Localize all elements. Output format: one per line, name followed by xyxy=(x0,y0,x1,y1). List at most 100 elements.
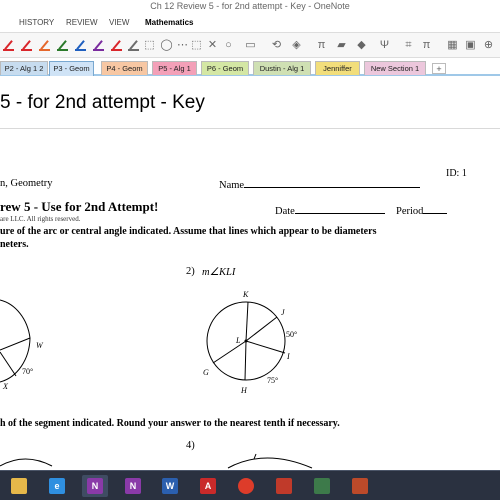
arrange-icon[interactable]: ◆ xyxy=(355,38,368,52)
pi-icon[interactable]: π xyxy=(420,38,433,52)
rectangle-tool-icon[interactable]: ▭ xyxy=(244,38,257,52)
label-j: J xyxy=(281,308,285,317)
page-title-divider xyxy=(0,128,500,129)
period-blank xyxy=(423,204,448,214)
page-title[interactable]: 5 - for 2nd attempt - Key xyxy=(0,92,205,114)
pen-icon[interactable] xyxy=(127,39,141,51)
pen-icon[interactable] xyxy=(2,39,16,51)
folder-icon xyxy=(11,478,27,494)
taskbar-file-explorer[interactable] xyxy=(6,475,32,497)
label-g: G xyxy=(203,368,209,377)
circle-1-radius xyxy=(0,337,31,351)
radius-lk xyxy=(245,301,249,342)
taskbar-acrobat[interactable]: A xyxy=(195,475,221,497)
date-label: Date xyxy=(275,206,295,217)
label-k: K xyxy=(242,290,249,299)
internet-explorer-icon: e xyxy=(49,478,65,494)
menu-history[interactable]: HISTORY xyxy=(19,18,54,27)
center-point-l xyxy=(244,339,248,343)
taskbar-presentation[interactable] xyxy=(347,475,373,497)
problem-1-circle-figure: W 70° X xyxy=(0,299,44,391)
circle-1-chord xyxy=(0,351,17,377)
tab-p3-geom[interactable]: P3 - Geom xyxy=(49,61,94,76)
tab-p5-alg-1[interactable]: P5 - Alg 1 xyxy=(152,61,197,75)
label-angle-50: 50° xyxy=(286,330,297,339)
taskbar-game[interactable] xyxy=(309,475,335,497)
label-h: H xyxy=(240,386,248,395)
instruction-arcs-continued: neters. xyxy=(0,239,29,250)
radius-li xyxy=(245,340,286,354)
problem-2-expression: m∠KLI xyxy=(202,267,236,278)
radius-lj xyxy=(245,316,278,342)
name-label: Name xyxy=(219,180,245,191)
menu-view[interactable]: VIEW xyxy=(109,18,129,27)
pi-icon[interactable]: π xyxy=(315,38,328,52)
onenote-icon: N xyxy=(125,478,141,494)
radius-lh xyxy=(244,340,247,381)
taskbar-snipping-tool[interactable] xyxy=(271,475,297,497)
table-icon[interactable]: ▦ xyxy=(446,38,459,52)
problem-4-circle-figure xyxy=(227,453,313,469)
add-section-button[interactable]: + xyxy=(432,63,446,74)
taskbar-word[interactable]: W xyxy=(157,475,183,497)
shapes-icon[interactable]: ◯ xyxy=(160,38,173,52)
problem-4-number: 4) xyxy=(186,440,195,451)
pen-icon[interactable] xyxy=(38,39,52,51)
snipping-tool-icon xyxy=(276,478,292,494)
pen-icon[interactable] xyxy=(110,39,124,51)
tab-p2-alg-1-2[interactable]: P2 - Alg 1 2 xyxy=(0,61,48,75)
symbol-icon[interactable]: Ψ xyxy=(378,38,391,52)
pen-icon[interactable] xyxy=(20,39,34,51)
more-icon[interactable]: ⊕ xyxy=(482,38,495,52)
word-icon: W xyxy=(162,478,178,494)
worksheet-id: ID: 1 xyxy=(446,168,467,179)
name-blank xyxy=(244,178,421,188)
tab-new-section-1[interactable]: New Section 1 xyxy=(364,61,426,75)
label-x: X xyxy=(2,382,9,391)
period-field[interactable]: Period xyxy=(396,204,448,217)
label-angle-70: 70° xyxy=(22,367,33,376)
worksheet-copyright: are LLC. All rights reserved. xyxy=(0,215,81,223)
circle-4-tick xyxy=(253,453,257,460)
menu-review[interactable]: REVIEW xyxy=(66,18,98,27)
dotted-circle-icon[interactable]: ⋯ xyxy=(176,38,189,52)
tab-p6-geom[interactable]: P6 - Geom xyxy=(201,61,249,75)
insert-space-icon[interactable]: ⬚ xyxy=(190,38,203,52)
acrobat-icon: A xyxy=(200,478,216,494)
ribbon-menu: HISTORY REVIEW VIEW Mathematics xyxy=(0,14,500,32)
problem-2-number: 2) xyxy=(186,266,195,277)
label-w: W xyxy=(36,341,44,350)
tab-dustin-alg-1[interactable]: Dustin - Alg 1 xyxy=(253,61,311,75)
lasso-select-icon[interactable]: ⬚ xyxy=(143,38,156,52)
date-field[interactable]: Date xyxy=(275,204,385,217)
tab-jenniffer[interactable]: Jenniffer xyxy=(315,61,360,75)
onenote-icon: N xyxy=(87,478,103,494)
rotate-icon[interactable]: ⟲ xyxy=(270,38,283,52)
taskbar-onenote-2[interactable]: N xyxy=(120,475,146,497)
label-angle-75: 75° xyxy=(267,376,278,385)
menu-mathematics[interactable]: Mathematics xyxy=(145,18,193,27)
drawing-toolbar: ⬚ ◯ ⋯ ⬚ ✕ ○ ▭ ⟲ ◈ π ▰ ◆ Ψ ⌗ π ▦ ▣ ⊕ xyxy=(0,32,500,58)
pen-icon[interactable] xyxy=(56,39,70,51)
ellipse-tool-icon[interactable]: ○ xyxy=(222,38,235,52)
problem-2-circle-figure: K J L 50° I G 75° H xyxy=(203,290,297,395)
chrome-icon xyxy=(238,478,254,494)
window-title-bar: Ch 12 Review 5 - for 2nd attempt - Key -… xyxy=(0,0,500,14)
shape-fill-icon[interactable]: ◈ xyxy=(290,38,303,52)
pen-icon[interactable] xyxy=(74,39,88,51)
highlighter-icon[interactable]: ▰ xyxy=(335,38,348,52)
section-tabs: P2 - Alg 1 2 P3 - Geom P4 - Geom P5 - Al… xyxy=(0,60,500,76)
name-field[interactable]: Name xyxy=(219,178,421,191)
pen-icon[interactable] xyxy=(92,39,106,51)
screenshot-icon[interactable]: ▣ xyxy=(464,38,477,52)
instruction-segments: h of the segment indicated. Round your a… xyxy=(0,418,340,429)
label-l: L xyxy=(235,336,241,345)
taskbar-internet-explorer[interactable]: e xyxy=(44,475,70,497)
eraser-x-icon[interactable]: ✕ xyxy=(206,38,219,52)
taskbar-onenote[interactable]: N xyxy=(82,475,108,497)
tab-p4-geom[interactable]: P4 - Geom xyxy=(101,61,148,75)
grid-icon[interactable]: ⌗ xyxy=(402,38,415,52)
taskbar-chrome[interactable] xyxy=(233,475,259,497)
worksheet-course: n, Geometry xyxy=(0,178,53,189)
instruction-arcs: ure of the arc or central angle indicate… xyxy=(0,226,377,237)
